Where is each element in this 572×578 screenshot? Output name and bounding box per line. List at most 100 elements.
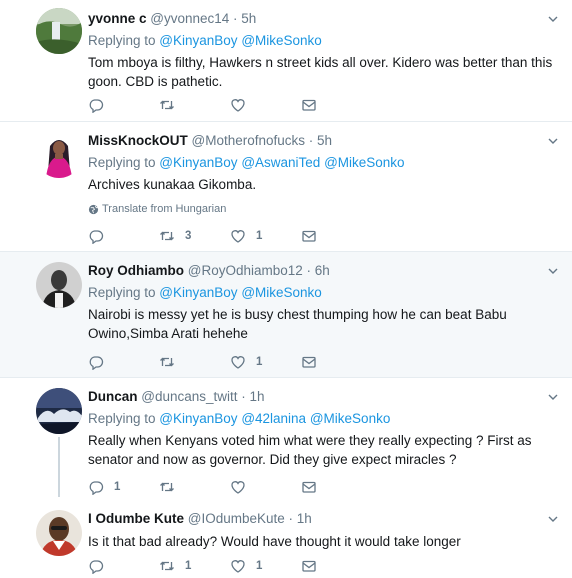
replying-prefix: Replying to: [88, 285, 160, 300]
like-button[interactable]: [230, 479, 301, 495]
tweet-header: yvonne c @yvonnec14 · 5h: [88, 10, 560, 28]
mention-link[interactable]: @AswaniTed: [241, 155, 320, 170]
reply-icon: [89, 230, 104, 244]
tweet-actions: [88, 97, 372, 113]
retweet-button[interactable]: [159, 354, 230, 370]
mention-link[interactable]: @MikeSonko: [310, 411, 391, 426]
tweet-actions: 1: [88, 479, 372, 495]
envelope-icon: [302, 356, 316, 368]
reply-button[interactable]: [88, 354, 159, 370]
tweet-text: Is it that bad already? Would have thoug…: [88, 534, 461, 549]
author-name[interactable]: Roy Odhiambo: [88, 263, 184, 278]
retweet-icon: [160, 482, 174, 492]
reply-button[interactable]: [88, 228, 159, 244]
like-count: 1: [256, 356, 263, 368]
mention-link[interactable]: @MikeSonko: [241, 33, 322, 48]
author-name[interactable]: Duncan: [88, 389, 138, 404]
tweet-duncan[interactable]: Duncan @duncans_twitt · 1h Replying to @…: [0, 378, 572, 500]
envelope-icon: [302, 230, 316, 242]
like-button[interactable]: 1: [230, 558, 301, 574]
envelope-icon: [302, 99, 316, 111]
tweet-header: Roy Odhiambo @RoyOdhiambo12 · 6h: [88, 262, 560, 280]
author-name[interactable]: yvonne c: [88, 11, 147, 26]
retweet-icon: [160, 561, 174, 571]
author-handle-time[interactable]: @yvonnec14 · 5h: [150, 11, 256, 26]
reply-icon: [89, 560, 104, 574]
tweet-text: Tom mboya is filthy, Hawkers n street ki…: [88, 55, 553, 89]
reply-icon: [89, 481, 104, 495]
retweet-icon: [160, 231, 174, 241]
mention-link[interactable]: @42lanina: [241, 411, 306, 426]
retweet-count: 1: [185, 560, 192, 572]
replying-prefix: Replying to: [88, 33, 160, 48]
replying-to: Replying to @KinyanBoy @AswaniTed @MikeS…: [88, 154, 560, 172]
avatar[interactable]: [36, 510, 82, 556]
tweet-yvonne-c[interactable]: yvonne c @yvonnec14 · 5h Replying to @Ki…: [0, 0, 572, 122]
replying-prefix: Replying to: [88, 155, 160, 170]
heart-icon: [231, 230, 245, 243]
retweet-count: 3: [185, 230, 192, 242]
like-button[interactable]: 1: [230, 228, 301, 244]
like-button[interactable]: 1: [230, 354, 301, 370]
reply-icon: [89, 356, 104, 370]
tweet-header: I Odumbe Kute @IOdumbeKute · 1h: [88, 510, 560, 528]
tweet-actions: 3 1: [88, 228, 372, 244]
tweet-text: Archives kunakaa Gikomba.: [88, 177, 257, 192]
mention-link[interactable]: @MikeSonko: [241, 285, 322, 300]
replying-prefix: Replying to: [88, 411, 160, 426]
mention-link[interactable]: @KinyanBoy: [159, 411, 237, 426]
tweet-actions: 1: [88, 354, 372, 370]
direct-message-button[interactable]: [301, 354, 372, 370]
direct-message-button[interactable]: [301, 97, 372, 113]
author-handle-time[interactable]: @IOdumbeKute · 1h: [188, 511, 312, 526]
mention-link[interactable]: @MikeSonko: [324, 155, 405, 170]
tweet-i-odumbe-kute[interactable]: I Odumbe Kute @IOdumbeKute · 1h Is it th…: [0, 500, 572, 578]
tweet-missknockout[interactable]: MissKnockOUT @Motherofnofucks · 5h Reply…: [0, 122, 572, 252]
reply-button[interactable]: 1: [88, 479, 159, 495]
avatar[interactable]: [36, 388, 82, 434]
direct-message-button[interactable]: [301, 479, 372, 495]
translate-label: Translate from Hungarian: [102, 203, 227, 215]
replying-to: Replying to @KinyanBoy @MikeSonko: [88, 32, 560, 50]
author-handle-time[interactable]: @duncans_twitt · 1h: [141, 389, 264, 404]
reply-button[interactable]: [88, 97, 159, 113]
direct-message-button[interactable]: [301, 558, 372, 574]
replying-to: Replying to @KinyanBoy @MikeSonko: [88, 284, 560, 302]
like-count: 1: [256, 560, 263, 572]
tweet-actions: 1 1: [88, 558, 372, 574]
avatar[interactable]: [36, 132, 82, 178]
retweet-button[interactable]: 1: [159, 558, 230, 574]
tweet-header: Duncan @duncans_twitt · 1h: [88, 388, 560, 406]
envelope-icon: [302, 560, 316, 572]
like-button[interactable]: [230, 97, 301, 113]
avatar[interactable]: [36, 8, 82, 54]
reply-count: 1: [114, 481, 121, 493]
heart-icon: [231, 481, 245, 494]
retweet-icon: [160, 357, 174, 367]
envelope-icon: [302, 481, 316, 493]
heart-icon: [231, 560, 245, 573]
retweet-button[interactable]: [159, 479, 230, 495]
author-name[interactable]: MissKnockOUT: [88, 133, 188, 148]
author-handle-time[interactable]: @RoyOdhiambo12 · 6h: [188, 263, 330, 278]
author-name[interactable]: I Odumbe Kute: [88, 511, 184, 526]
tweet-header: MissKnockOUT @Motherofnofucks · 5h: [88, 132, 560, 150]
translate-link[interactable]: Translate from Hungarian: [88, 203, 560, 215]
author-handle-time[interactable]: @Motherofnofucks · 5h: [192, 133, 333, 148]
retweet-icon: [160, 100, 174, 110]
tweet-text: Nairobi is messy yet he is busy chest th…: [88, 307, 507, 341]
mention-link[interactable]: @KinyanBoy: [159, 155, 237, 170]
reply-icon: [89, 99, 104, 113]
direct-message-button[interactable]: [301, 228, 372, 244]
heart-icon: [231, 99, 245, 112]
like-count: 1: [256, 230, 263, 242]
reply-button[interactable]: [88, 558, 159, 574]
heart-icon: [231, 356, 245, 369]
retweet-button[interactable]: [159, 97, 230, 113]
globe-icon: [88, 204, 99, 214]
retweet-button[interactable]: 3: [159, 228, 230, 244]
avatar[interactable]: [36, 262, 82, 308]
tweet-roy-odhiambo[interactable]: Roy Odhiambo @RoyOdhiambo12 · 6h Replyin…: [0, 252, 572, 378]
mention-link[interactable]: @KinyanBoy: [159, 285, 237, 300]
mention-link[interactable]: @KinyanBoy: [159, 33, 237, 48]
